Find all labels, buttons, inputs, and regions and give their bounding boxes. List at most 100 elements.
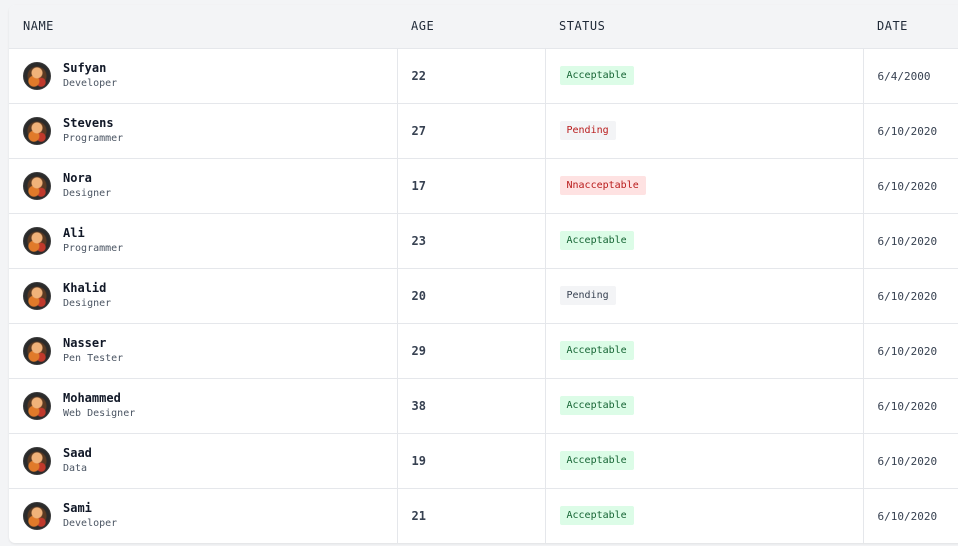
name-cell: Stevens Programmer xyxy=(9,103,397,159)
name-cell: Ali Programmer xyxy=(9,213,397,269)
status-cell: Acceptable xyxy=(544,48,863,104)
status-badge: Acceptable xyxy=(559,231,634,250)
status-cell: Acceptable xyxy=(544,323,863,379)
status-badge: Acceptable xyxy=(559,341,634,360)
users-table: NAME AGE STATUS DATE Sufyan Developer 22… xyxy=(9,5,958,543)
date-cell: 6/10/2020 xyxy=(862,488,958,543)
table-row[interactable]: Mohammed Web Designer 38 Acceptable 6/10… xyxy=(9,378,958,434)
column-header-status[interactable]: STATUS xyxy=(545,5,863,49)
table-row[interactable]: Ali Programmer 23 Acceptable 6/10/2020 xyxy=(9,213,958,269)
user-age: 22 xyxy=(411,68,426,83)
name-cell: Sami Developer xyxy=(9,488,397,543)
table-row[interactable]: Sami Developer 21 Acceptable 6/10/2020 xyxy=(9,488,958,543)
age-cell: 38 xyxy=(396,378,545,434)
user-age: 38 xyxy=(411,398,426,413)
table-row[interactable]: Nasser Pen Tester 29 Acceptable 6/10/202… xyxy=(9,323,958,379)
status-badge: Acceptable xyxy=(559,451,634,470)
column-header-age[interactable]: AGE xyxy=(397,5,545,49)
status-badge: Pending xyxy=(559,121,616,140)
user-name: Ali xyxy=(63,225,85,240)
user-name: Sufyan xyxy=(63,60,107,75)
status-badge: Acceptable xyxy=(559,506,634,525)
user-role: Developer xyxy=(63,517,118,529)
column-header-name[interactable]: NAME xyxy=(9,5,397,49)
table-header: NAME AGE STATUS DATE xyxy=(9,5,958,49)
user-avatar-icon xyxy=(23,446,51,475)
column-header-date[interactable]: DATE xyxy=(863,5,958,49)
user-avatar-icon xyxy=(23,226,51,255)
date-cell: 6/10/2020 xyxy=(862,268,958,324)
user-age: 23 xyxy=(411,233,426,248)
user-date: 6/10/2020 xyxy=(877,289,938,303)
age-cell: 27 xyxy=(396,103,545,159)
user-name: Saad xyxy=(63,445,92,460)
user-age: 19 xyxy=(411,453,426,468)
user-avatar-icon xyxy=(23,336,51,365)
status-cell: Acceptable xyxy=(544,213,863,269)
user-role: Programmer xyxy=(63,242,124,254)
age-cell: 20 xyxy=(396,268,545,324)
user-avatar-icon xyxy=(23,61,51,90)
user-role: Pen Tester xyxy=(63,352,124,364)
name-cell: Nasser Pen Tester xyxy=(9,323,397,379)
name-cell: Nora Designer xyxy=(9,158,397,214)
date-cell: 6/4/2000 xyxy=(862,48,958,104)
table-row[interactable]: Nora Designer 17 Nnacceptable 6/10/2020 xyxy=(9,158,958,214)
user-date: 6/10/2020 xyxy=(877,124,938,138)
date-cell: 6/10/2020 xyxy=(862,158,958,214)
user-name: Khalid xyxy=(63,280,107,295)
table-row[interactable]: Stevens Programmer 27 Pending 6/10/2020 xyxy=(9,103,958,159)
name-cell: Sufyan Developer xyxy=(9,48,397,104)
user-avatar-icon xyxy=(23,116,51,145)
user-date: 6/10/2020 xyxy=(877,454,938,468)
user-name: Sami xyxy=(63,500,92,515)
table-body: Sufyan Developer 22 Acceptable 6/4/2000 … xyxy=(9,48,958,543)
user-name: Mohammed xyxy=(63,390,121,405)
user-avatar-icon xyxy=(23,391,51,420)
user-age: 27 xyxy=(411,123,426,138)
user-role: Programmer xyxy=(63,132,124,144)
age-cell: 17 xyxy=(396,158,545,214)
status-badge: Nnacceptable xyxy=(559,176,646,195)
user-avatar-icon xyxy=(23,171,51,200)
user-role: Designer xyxy=(63,297,112,309)
status-badge: Acceptable xyxy=(559,396,634,415)
age-cell: 29 xyxy=(396,323,545,379)
status-badge: Acceptable xyxy=(559,66,634,85)
status-badge: Pending xyxy=(559,286,616,305)
user-avatar-icon xyxy=(23,281,51,310)
user-age: 17 xyxy=(411,178,426,193)
user-date: 6/10/2020 xyxy=(877,344,938,358)
name-cell: Mohammed Web Designer xyxy=(9,378,397,434)
user-age: 21 xyxy=(411,508,426,523)
user-date: 6/10/2020 xyxy=(877,399,938,413)
user-date: 6/10/2020 xyxy=(877,509,938,523)
name-cell: Khalid Designer xyxy=(9,268,397,324)
date-cell: 6/10/2020 xyxy=(862,323,958,379)
date-cell: 6/10/2020 xyxy=(862,378,958,434)
table-row[interactable]: Khalid Designer 20 Pending 6/10/2020 xyxy=(9,268,958,324)
age-cell: 21 xyxy=(396,488,545,543)
status-cell: Nnacceptable xyxy=(544,158,863,214)
status-cell: Acceptable xyxy=(544,488,863,543)
status-cell: Pending xyxy=(544,103,863,159)
user-role: Web Designer xyxy=(63,407,136,419)
user-date: 6/4/2000 xyxy=(877,69,931,83)
date-cell: 6/10/2020 xyxy=(862,213,958,269)
user-role: Data xyxy=(63,462,88,474)
user-date: 6/10/2020 xyxy=(877,234,938,248)
user-name: Stevens xyxy=(63,115,114,130)
status-cell: Acceptable xyxy=(544,378,863,434)
status-cell: Pending xyxy=(544,268,863,324)
table-row[interactable]: Saad Data 19 Acceptable 6/10/2020 xyxy=(9,433,958,489)
users-table-card: NAME AGE STATUS DATE Sufyan Developer 22… xyxy=(9,5,958,543)
table-row[interactable]: Sufyan Developer 22 Acceptable 6/4/2000 xyxy=(9,48,958,104)
age-cell: 22 xyxy=(396,48,545,104)
user-role: Developer xyxy=(63,77,118,89)
age-cell: 23 xyxy=(396,213,545,269)
age-cell: 19 xyxy=(396,433,545,489)
name-cell: Saad Data xyxy=(9,433,397,489)
user-age: 29 xyxy=(411,343,426,358)
date-cell: 6/10/2020 xyxy=(862,103,958,159)
user-date: 6/10/2020 xyxy=(877,179,938,193)
